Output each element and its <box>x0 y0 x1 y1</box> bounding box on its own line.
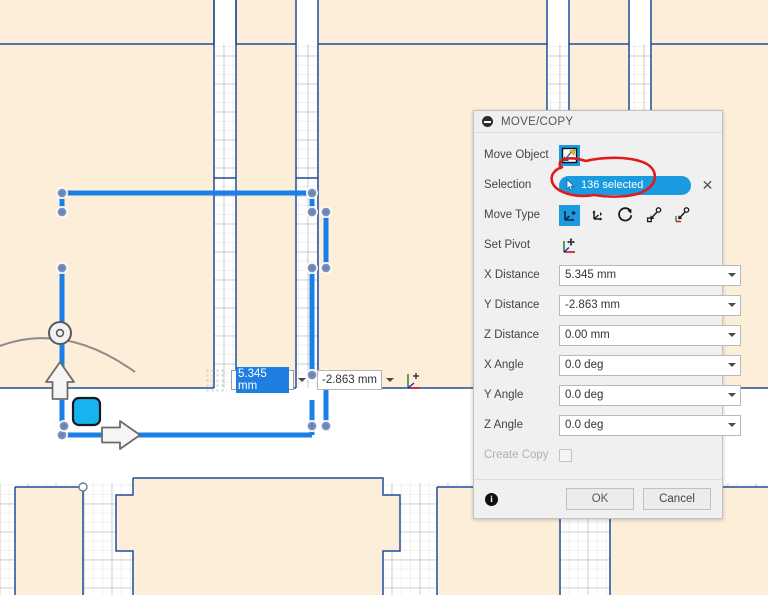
dialog-body: Move Object Selection 136 selected ✕ Mov… <box>474 133 741 470</box>
z-angle-dropdown[interactable] <box>724 414 741 436</box>
z-distance-input[interactable] <box>559 324 724 346</box>
x-distance-dropdown[interactable] <box>724 264 741 286</box>
label-x-distance: X Distance <box>484 269 540 281</box>
label-move-type: Move Type <box>484 209 541 221</box>
z-angle-input[interactable] <box>559 414 724 436</box>
sketch-point <box>78 482 88 492</box>
y-angle-input[interactable] <box>559 384 724 406</box>
upper-band <box>0 0 768 44</box>
row-selection: Selection 136 selected ✕ <box>474 170 722 200</box>
field-z-angle <box>559 414 741 436</box>
row-y-distance: Y Distance <box>474 290 741 320</box>
field-y-distance <box>559 294 741 316</box>
selection-count-label: 136 selected <box>581 179 644 191</box>
dialog-header[interactable]: MOVE/COPY <box>474 111 722 133</box>
create-copy-checkbox[interactable] <box>559 448 572 462</box>
canvas-x-distance-group[interactable]: 5.345 mm <box>231 367 309 393</box>
canvas-y-distance-group[interactable]: -2.863 mm <box>317 370 397 390</box>
clear-x-icon[interactable]: ✕ <box>701 178 714 192</box>
row-z-angle: Z Angle <box>474 410 741 440</box>
info-icon[interactable]: i <box>485 492 498 506</box>
move-object-icon[interactable] <box>559 144 580 166</box>
dialog-buttons: OK Cancel <box>566 488 711 510</box>
label-y-angle: Y Angle <box>484 389 524 401</box>
move-type-free-move-icon[interactable] <box>559 204 580 226</box>
dialog-footer: i OK Cancel <box>474 479 722 518</box>
canvas-x-distance-input[interactable]: 5.345 mm <box>231 367 294 393</box>
y-distance-input[interactable] <box>559 294 724 316</box>
collapse-minus-icon[interactable] <box>482 116 493 127</box>
dialog-title: MOVE/COPY <box>501 115 574 128</box>
label-z-distance: Z Distance <box>484 329 539 341</box>
move-type-point-to-point-icon[interactable] <box>643 205 664 226</box>
drag-handle[interactable] <box>205 368 227 392</box>
x-angle-dropdown[interactable] <box>724 354 741 376</box>
label-move-object: Move Object <box>484 149 549 161</box>
move-copy-dialog[interactable]: MOVE/COPY Move Object Selection 136 sele… <box>473 110 741 519</box>
label-y-distance: Y Distance <box>484 299 540 311</box>
row-set-pivot: Set Pivot <box>474 230 722 260</box>
ok-button[interactable]: OK <box>566 488 634 510</box>
row-x-distance: X Distance <box>474 260 741 290</box>
set-pivot-icon[interactable] <box>559 235 580 256</box>
move-triad-icon[interactable] <box>405 370 423 390</box>
field-y-angle <box>559 384 741 406</box>
row-move-type: Move Type <box>474 200 722 230</box>
canvas-x-distance-dropdown[interactable] <box>294 370 309 390</box>
canvas-y-distance-input[interactable]: -2.863 mm <box>317 370 382 390</box>
cursor-arrow-icon <box>566 179 575 191</box>
y-angle-dropdown[interactable] <box>724 384 741 406</box>
field-x-distance <box>559 264 741 286</box>
label-selection: Selection <box>484 179 532 191</box>
x-angle-input[interactable] <box>559 354 724 376</box>
selection-pill[interactable]: 136 selected <box>559 175 691 195</box>
move-type-translate-icon[interactable] <box>587 205 608 226</box>
manipulator-pivot <box>48 321 72 345</box>
label-z-angle: Z Angle <box>484 419 523 431</box>
move-type-icon-row <box>559 204 692 226</box>
field-z-distance <box>559 324 741 346</box>
canvas-y-distance-dropdown[interactable] <box>382 370 397 390</box>
manipulator-plane-handle <box>71 396 102 427</box>
row-move-object: Move Object <box>474 140 722 170</box>
canvas-y-distance-value: -2.863 mm <box>322 374 377 386</box>
canvas-x-distance-value: 5.345 mm <box>236 367 289 393</box>
label-create-copy: Create Copy <box>484 449 549 461</box>
cancel-button[interactable]: Cancel <box>643 488 711 510</box>
row-z-distance: Z Distance <box>474 320 741 350</box>
application-window: 5.345 mm -2.863 mm MOVE/COPY Move Object… <box>0 0 768 595</box>
label-set-pivot: Set Pivot <box>484 239 531 251</box>
canvas-inline-inputs[interactable]: 5.345 mm -2.863 mm <box>205 367 423 393</box>
label-x-angle: X Angle <box>484 359 524 371</box>
row-y-angle: Y Angle <box>474 380 741 410</box>
move-type-point-to-position-icon[interactable] <box>671 205 692 226</box>
y-distance-dropdown[interactable] <box>724 294 741 316</box>
move-type-rotate-icon[interactable] <box>615 205 636 226</box>
row-create-copy: Create Copy <box>474 440 722 470</box>
row-x-angle: X Angle <box>474 350 741 380</box>
field-x-angle <box>559 354 741 376</box>
x-distance-input[interactable] <box>559 264 724 286</box>
z-distance-dropdown[interactable] <box>724 324 741 346</box>
